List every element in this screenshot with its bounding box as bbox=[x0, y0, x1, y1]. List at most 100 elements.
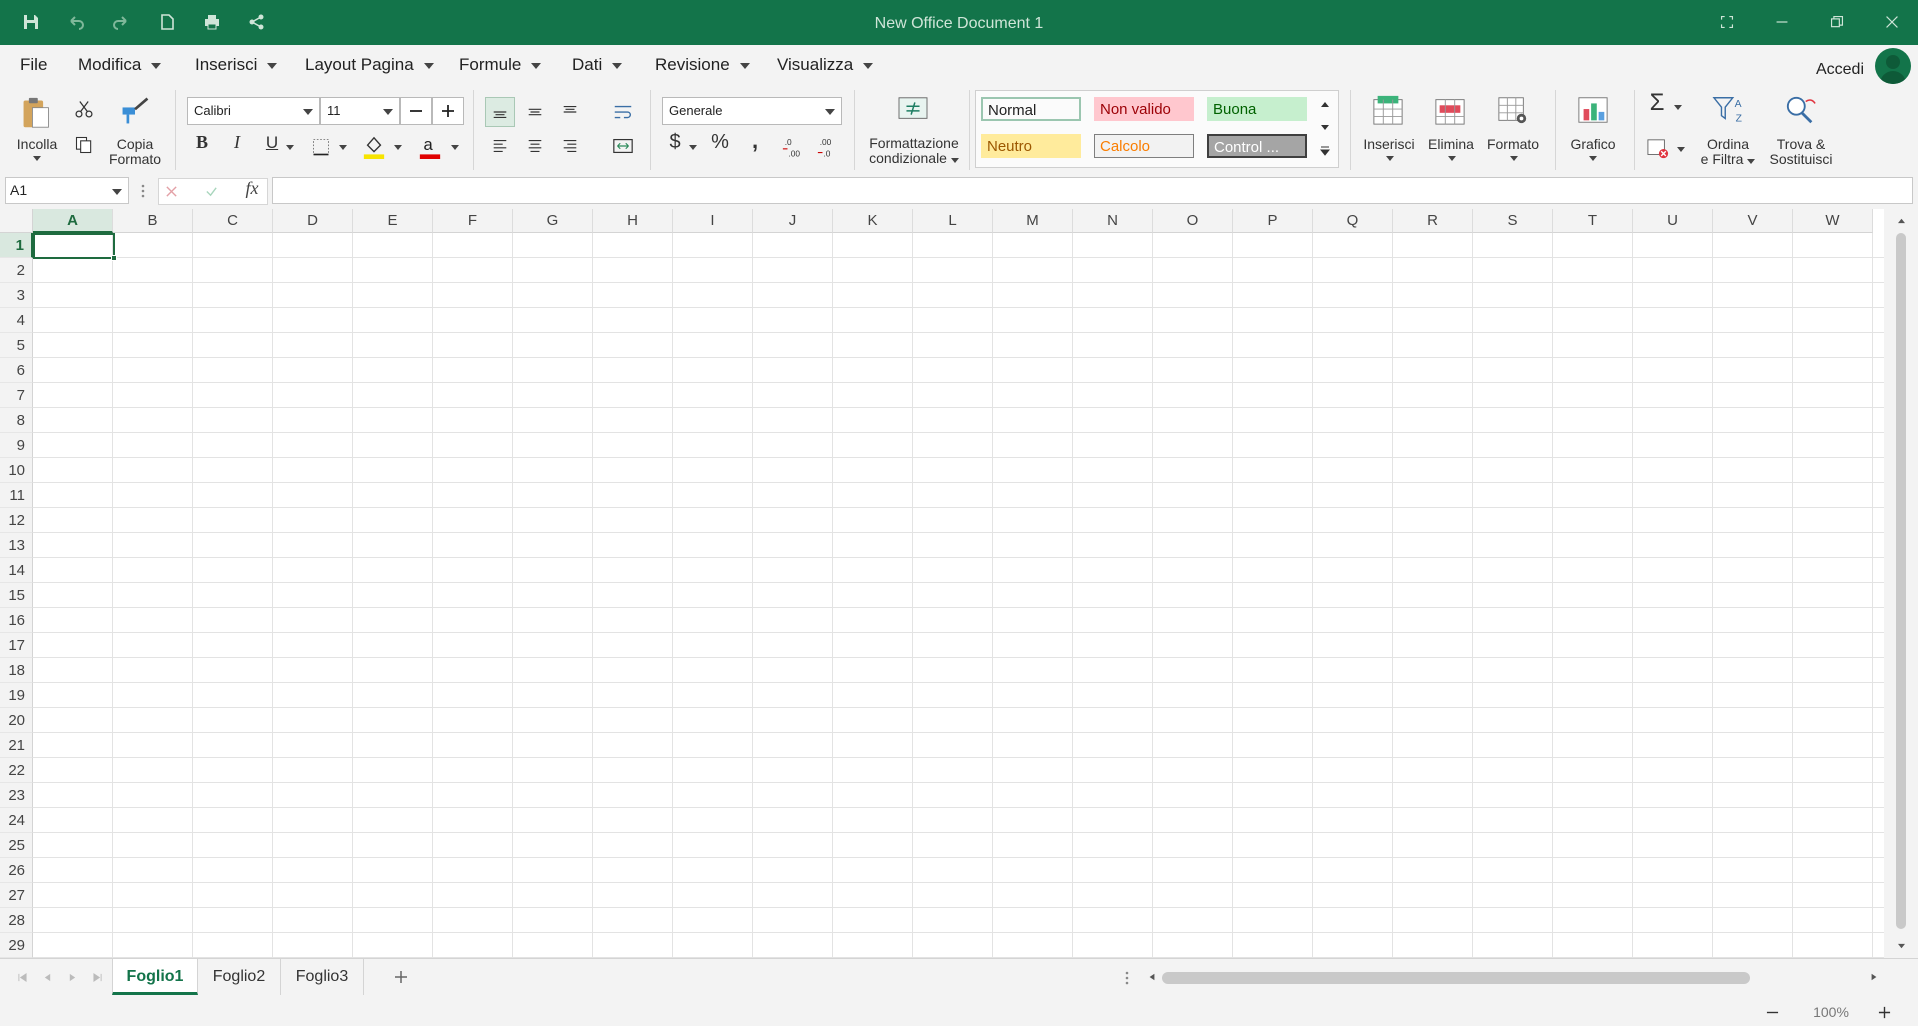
style-calcolo[interactable]: Calcolo bbox=[1094, 134, 1194, 158]
zoom-out-icon[interactable] bbox=[1764, 1004, 1780, 1020]
decrease-font-button[interactable] bbox=[400, 97, 432, 125]
find-replace-icon[interactable] bbox=[1782, 93, 1820, 127]
column-header[interactable]: D bbox=[273, 209, 353, 233]
column-header[interactable]: B bbox=[113, 209, 193, 233]
zoom-in-icon[interactable] bbox=[1876, 1004, 1892, 1020]
sort-filter-icon[interactable]: AZ bbox=[1710, 93, 1748, 127]
cancel-icon[interactable] bbox=[162, 182, 180, 200]
chevron-down-icon[interactable] bbox=[393, 143, 403, 151]
column-header[interactable]: I bbox=[673, 209, 753, 233]
scroll-down-icon[interactable] bbox=[1894, 939, 1908, 953]
row-header[interactable]: 20 bbox=[0, 708, 33, 733]
menu-file[interactable]: File bbox=[20, 53, 47, 77]
style-neutro[interactable]: Neutro bbox=[981, 134, 1081, 158]
column-header[interactable]: C bbox=[193, 209, 273, 233]
gallery-more-icon[interactable] bbox=[1318, 143, 1332, 159]
vertical-scrollbar[interactable] bbox=[1884, 209, 1918, 958]
avatar[interactable] bbox=[1875, 48, 1911, 84]
row-header[interactable]: 6 bbox=[0, 358, 33, 383]
row-header[interactable]: 9 bbox=[0, 433, 33, 458]
scroll-right-icon[interactable] bbox=[1868, 971, 1880, 983]
previous-sheet-icon[interactable] bbox=[41, 971, 53, 983]
row-header[interactable]: 27 bbox=[0, 883, 33, 908]
paste-label[interactable]: Incolla bbox=[12, 137, 62, 152]
style-control[interactable]: Control ... bbox=[1207, 134, 1307, 158]
style-normal[interactable]: Normal bbox=[981, 97, 1081, 121]
close-button[interactable] bbox=[1882, 12, 1902, 32]
chevron-down-icon[interactable] bbox=[1446, 154, 1458, 162]
column-header[interactable]: R bbox=[1393, 209, 1473, 233]
column-header[interactable]: V bbox=[1713, 209, 1793, 233]
first-sheet-icon[interactable] bbox=[16, 971, 28, 983]
chevron-down-icon[interactable] bbox=[285, 143, 295, 151]
row-header[interactable]: 1 bbox=[0, 233, 33, 258]
row-header[interactable]: 10 bbox=[0, 458, 33, 483]
drag-handle-icon[interactable] bbox=[141, 183, 145, 199]
row-header[interactable]: 5 bbox=[0, 333, 33, 358]
select-all-corner[interactable] bbox=[0, 209, 33, 233]
font-color-icon[interactable]: a bbox=[417, 133, 443, 161]
active-cell[interactable] bbox=[33, 233, 117, 261]
menu-dati[interactable]: Dati bbox=[572, 53, 623, 77]
delete-cells-icon[interactable] bbox=[1432, 93, 1468, 127]
column-header[interactable]: H bbox=[593, 209, 673, 233]
menu-layout-pagina[interactable]: Layout Pagina bbox=[305, 53, 434, 77]
horizontal-scroll-thumb[interactable] bbox=[1162, 972, 1750, 984]
column-header[interactable]: E bbox=[353, 209, 433, 233]
column-header[interactable]: M bbox=[993, 209, 1073, 233]
row-header[interactable]: 12 bbox=[0, 508, 33, 533]
paste-icon[interactable] bbox=[18, 93, 54, 133]
fill-handle[interactable] bbox=[111, 255, 117, 261]
menu-visualizza[interactable]: Visualizza bbox=[777, 53, 874, 77]
chevron-down-icon[interactable] bbox=[688, 143, 698, 151]
column-header[interactable]: S bbox=[1473, 209, 1553, 233]
format-cells-icon[interactable] bbox=[1495, 93, 1531, 127]
row-header[interactable]: 21 bbox=[0, 733, 33, 758]
fullscreen-icon[interactable] bbox=[1717, 12, 1737, 32]
align-center-icon[interactable] bbox=[520, 131, 550, 161]
menu-revisione[interactable]: Revisione bbox=[655, 53, 750, 77]
row-header[interactable]: 17 bbox=[0, 633, 33, 658]
decrease-decimal-icon[interactable]: .00.0 bbox=[815, 133, 843, 161]
insert-cells-icon[interactable] bbox=[1370, 93, 1406, 127]
row-header[interactable]: 13 bbox=[0, 533, 33, 558]
scroll-left-icon[interactable] bbox=[1146, 971, 1158, 983]
increase-decimal-icon[interactable]: .0.00 bbox=[780, 133, 808, 161]
row-header[interactable]: 22 bbox=[0, 758, 33, 783]
minimize-button[interactable] bbox=[1772, 12, 1792, 32]
italic-button[interactable]: I bbox=[225, 133, 249, 151]
align-middle-icon[interactable] bbox=[520, 97, 550, 127]
menu-modifica[interactable]: Modifica bbox=[78, 53, 162, 77]
column-header[interactable]: U bbox=[1633, 209, 1713, 233]
chevron-down-icon[interactable] bbox=[1672, 103, 1684, 111]
align-bottom-icon[interactable] bbox=[485, 97, 515, 127]
find-replace-label[interactable]: Trova & Sostituisci bbox=[1765, 137, 1837, 167]
insert-function-button[interactable]: fx bbox=[240, 179, 264, 197]
row-header[interactable]: 23 bbox=[0, 783, 33, 808]
scroll-up-icon[interactable] bbox=[1894, 213, 1908, 227]
chevron-down-icon[interactable] bbox=[1675, 145, 1687, 153]
column-header[interactable]: T bbox=[1553, 209, 1633, 233]
clear-icon[interactable] bbox=[1645, 137, 1671, 161]
sort-filter-label[interactable]: Ordina e Filtra bbox=[1693, 137, 1763, 167]
row-header[interactable]: 24 bbox=[0, 808, 33, 833]
merge-cells-icon[interactable] bbox=[608, 131, 638, 161]
column-header[interactable]: O bbox=[1153, 209, 1233, 233]
menu-formule[interactable]: Formule bbox=[459, 53, 542, 77]
bold-button[interactable]: B bbox=[190, 133, 214, 151]
gallery-up-icon[interactable] bbox=[1318, 97, 1332, 111]
row-header[interactable]: 19 bbox=[0, 683, 33, 708]
row-header[interactable]: 29 bbox=[0, 933, 33, 958]
column-header[interactable]: N bbox=[1073, 209, 1153, 233]
column-header[interactable]: A bbox=[33, 209, 113, 233]
add-sheet-icon[interactable] bbox=[392, 968, 410, 986]
zoom-level[interactable]: 100% bbox=[1806, 1004, 1856, 1020]
chart-label[interactable]: Grafico bbox=[1564, 137, 1622, 152]
align-top-icon[interactable] bbox=[555, 97, 585, 127]
currency-button[interactable]: $ bbox=[664, 132, 686, 152]
copy-icon[interactable] bbox=[72, 133, 96, 157]
last-sheet-icon[interactable] bbox=[91, 971, 103, 983]
column-header[interactable]: L bbox=[913, 209, 993, 233]
align-right-icon[interactable] bbox=[555, 131, 585, 161]
number-format-select[interactable]: Generale bbox=[662, 97, 842, 125]
